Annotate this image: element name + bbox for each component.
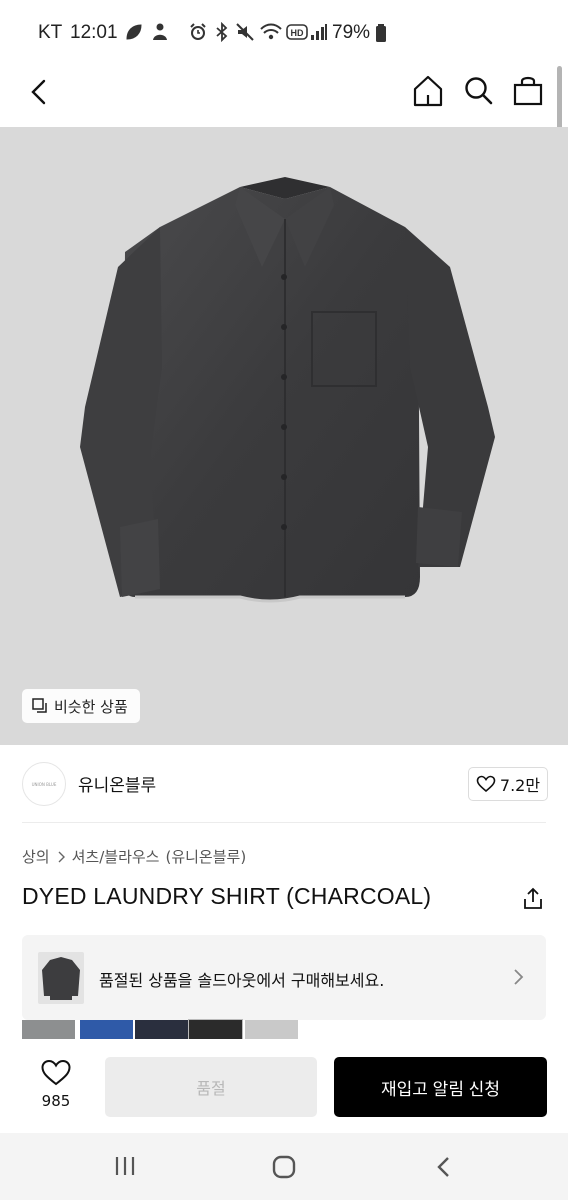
swatch-navy[interactable]: [135, 1020, 188, 1039]
brand-like-button[interactable]: 7.2만: [468, 767, 548, 801]
breadcrumb-item-shirts[interactable]: 셔츠/블라우스: [72, 846, 160, 867]
breadcrumb-item-brand[interactable]: (유니온블루): [165, 846, 246, 867]
product-image[interactable]: [0, 127, 568, 745]
battery-percent: 79%: [332, 22, 371, 43]
leaf-icon: [126, 24, 142, 40]
breadcrumb: 상의 셔츠/블라우스 (유니온블루): [22, 846, 246, 867]
shirt-illustration: [80, 177, 495, 603]
hd-voice-icon: HD: [286, 24, 308, 40]
soldout-banner-text: 품절된 상품을 솔드아웃에서 구매해보세요.: [99, 971, 385, 990]
app-notification-icon: [153, 23, 167, 40]
home-nav-icon[interactable]: [272, 1155, 296, 1179]
home-icon[interactable]: [413, 75, 443, 107]
similar-products-button[interactable]: 비슷한 상품: [22, 689, 140, 723]
wishlist-heart-icon[interactable]: [40, 1059, 72, 1087]
brand-like-count: 7.2만: [499, 776, 541, 795]
soldout-button[interactable]: 품절: [105, 1057, 317, 1117]
clock: 12:01: [70, 22, 118, 43]
carrier-label: KT: [38, 22, 63, 43]
wishlist-count: 985: [41, 1092, 71, 1110]
status-bar: KT 12:01 HD 79%: [0, 0, 568, 64]
chevron-right-icon: [58, 851, 65, 862]
battery-icon: [376, 24, 386, 42]
swatch-gray[interactable]: [22, 1020, 75, 1039]
brand-name[interactable]: 유니온블루: [78, 771, 156, 796]
svg-text:HD: HD: [291, 28, 304, 38]
shopping-bag-icon[interactable]: [513, 74, 543, 106]
product-title: DYED LAUNDRY SHIRT (CHARCOAL): [22, 883, 432, 909]
shirt-thumbnail-icon: [42, 957, 80, 1000]
brand-logo-text: UNION BLUE: [31, 781, 57, 787]
bluetooth-icon: [216, 22, 228, 42]
signal-icon: [311, 24, 327, 40]
swatch-blue[interactable]: [80, 1020, 133, 1039]
swatch-charcoal[interactable]: [188, 1019, 243, 1040]
scrollbar[interactable]: [557, 66, 562, 134]
top-app-bar: [0, 64, 568, 127]
alarm-icon: [190, 23, 206, 40]
mute-icon: [236, 23, 254, 41]
breadcrumb-item-top[interactable]: 상의: [22, 846, 50, 867]
wifi-icon: [260, 23, 282, 40]
search-icon[interactable]: [464, 76, 494, 106]
heart-icon: [476, 775, 496, 793]
similar-products-label: 비슷한 상품: [54, 697, 128, 716]
back-nav-icon[interactable]: [434, 1155, 452, 1179]
system-nav-bar: [0, 1133, 568, 1200]
chevron-right-icon: [514, 969, 524, 985]
swatch-light-gray[interactable]: [245, 1020, 298, 1039]
restock-alert-button[interactable]: 재입고 알림 신청: [334, 1057, 547, 1117]
banner-thumbnail: [38, 952, 84, 1004]
copy-icon: [32, 698, 47, 713]
recent-apps-icon[interactable]: [113, 1155, 137, 1177]
back-icon[interactable]: [28, 78, 50, 106]
brand-logo[interactable]: UNION BLUE: [22, 762, 66, 806]
divider: [22, 822, 546, 823]
share-icon[interactable]: [520, 886, 546, 912]
